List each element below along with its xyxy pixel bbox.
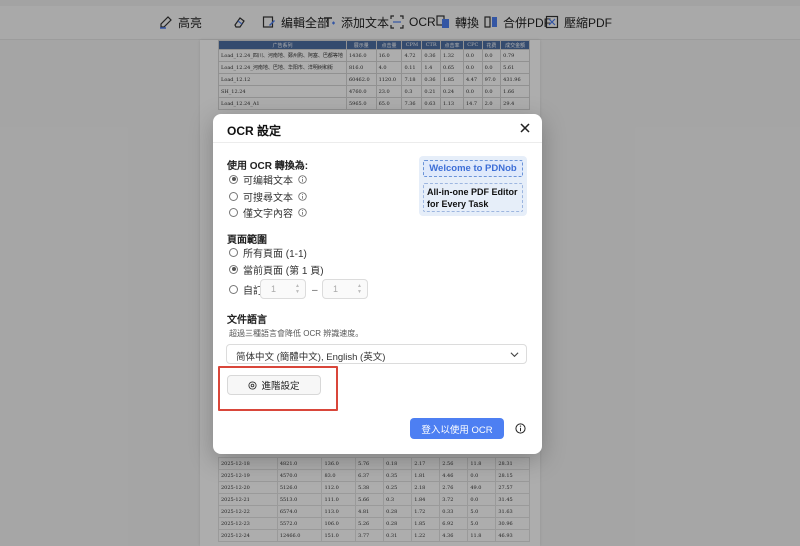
info-icon[interactable] — [515, 423, 526, 434]
range-dash: – — [312, 285, 318, 296]
option-label: 可搜尋文本 — [243, 192, 293, 204]
option-editable-text[interactable]: 可编輯文本 — [229, 172, 307, 187]
radio-button[interactable] — [229, 207, 238, 217]
banner-line-1: All-in-one PDF Editor — [427, 187, 518, 197]
option-label: 可编輯文本 — [243, 175, 293, 187]
banner-line-2: for Every Task — [427, 199, 489, 209]
option-label: 僅文字內容 — [243, 208, 293, 220]
info-icon[interactable] — [298, 191, 307, 201]
radio-button[interactable] — [229, 264, 238, 274]
advanced-settings-label: 進階設定 — [261, 381, 300, 392]
option-text-only[interactable]: 僅文字內容 — [229, 205, 307, 220]
stepper-value: 1 — [271, 284, 277, 294]
chevron-down-icon — [510, 352, 519, 358]
info-icon[interactable] — [298, 207, 307, 217]
dialog-title: OCR 設定 — [227, 124, 282, 138]
radio-button[interactable] — [229, 247, 238, 257]
banner-subtitle: All-in-one PDF Editor for Every Task — [423, 183, 523, 212]
stepper-arrows-icon[interactable]: ▲ ▼ — [295, 283, 300, 295]
range-to-stepper[interactable]: 1 ▲ ▼ — [322, 279, 368, 299]
language-hint: 超過三種語言會降低 OCR 辨識速度。 — [229, 329, 364, 338]
ocr-settings-dialog: OCR 設定 使用 OCR 轉換為: 可编輯文本 可搜尋文本 僅文字內容 Wel… — [213, 114, 542, 454]
option-all-pages[interactable]: 所有頁面 (1-1) — [229, 245, 307, 260]
dialog-header: OCR 設定 — [213, 114, 542, 143]
option-label: 當前頁面 (第 1 頁) — [243, 265, 324, 277]
close-icon[interactable] — [518, 121, 532, 135]
login-button-label: 登入以使用 OCR — [421, 424, 493, 436]
gear-icon — [248, 380, 258, 390]
language-select-value: 简体中文 (簡體中文), English (英文) — [236, 352, 386, 363]
language-select[interactable]: 简体中文 (簡體中文), English (英文) — [226, 344, 527, 364]
advanced-settings-button[interactable]: 進階設定 — [227, 375, 321, 395]
radio-button[interactable] — [229, 284, 238, 294]
option-label: 所有頁面 (1-1) — [243, 248, 307, 260]
radio-button[interactable] — [229, 191, 238, 201]
radio-button[interactable] — [229, 174, 238, 184]
banner-title: Welcome to PDNob — [423, 160, 523, 177]
stepper-value: 1 — [333, 284, 339, 294]
login-to-use-ocr-button[interactable]: 登入以使用 OCR — [410, 418, 504, 439]
promo-banner[interactable]: Welcome to PDNob All-in-one PDF Editor f… — [419, 156, 527, 216]
convert-section-title: 使用 OCR 轉換為: — [227, 161, 309, 172]
stepper-arrows-icon[interactable]: ▲ ▼ — [357, 283, 362, 295]
option-custom-range[interactable]: 自訂 — [229, 282, 263, 297]
range-from-stepper[interactable]: 1 ▲ ▼ — [260, 279, 306, 299]
language-title: 文件語言 — [227, 315, 267, 326]
info-icon[interactable] — [298, 174, 307, 184]
option-current-page[interactable]: 當前頁面 (第 1 頁) — [229, 262, 324, 277]
option-searchable-text[interactable]: 可搜尋文本 — [229, 189, 307, 204]
